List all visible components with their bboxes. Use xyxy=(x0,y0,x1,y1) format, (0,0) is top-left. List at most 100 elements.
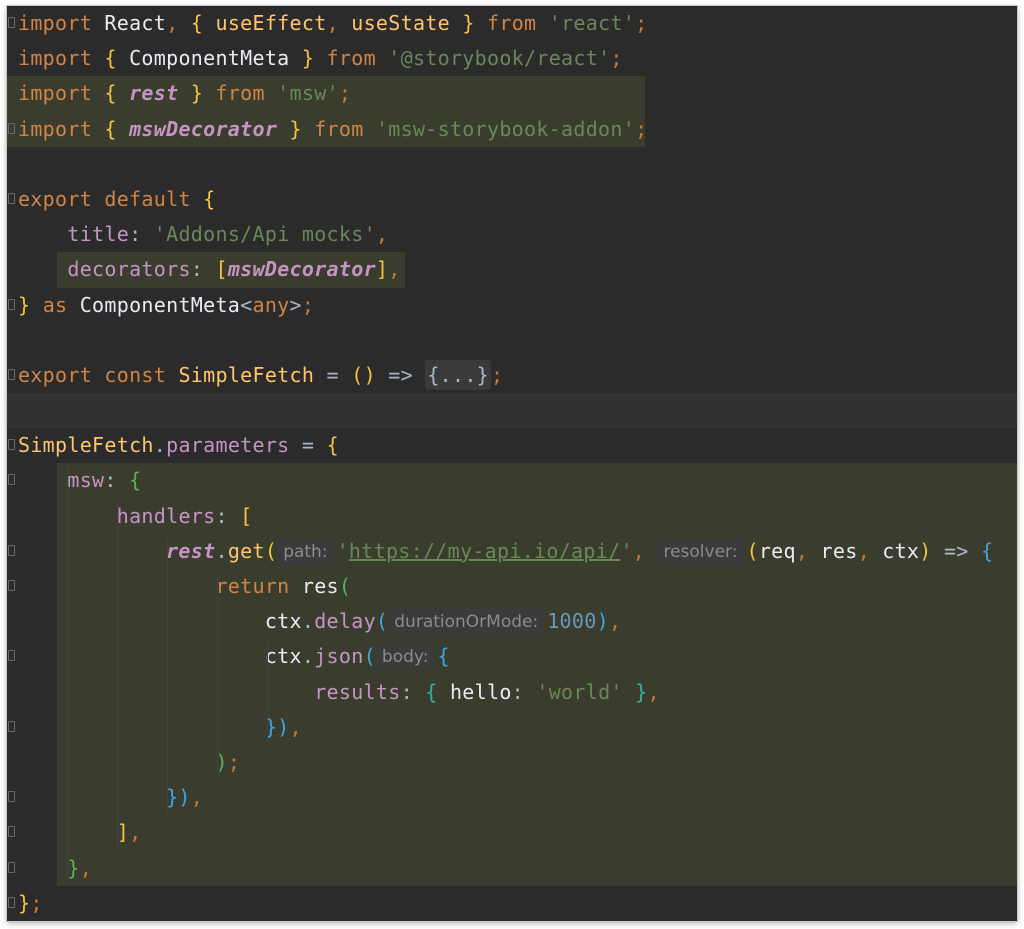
code-line[interactable]: }, xyxy=(7,850,1017,886)
code-token: hello xyxy=(449,679,512,704)
code-line[interactable]: return res( xyxy=(7,569,1017,605)
fold-toggle-icon[interactable] xyxy=(8,650,15,662)
code-token: ( xyxy=(375,609,389,634)
code-line[interactable]: rest.get(path:'https://my-api.io/api/', … xyxy=(7,533,1017,569)
code-token: ( xyxy=(338,574,352,598)
fold-toggle-icon[interactable] xyxy=(8,298,15,310)
code-token: { xyxy=(203,186,216,211)
code-line[interactable] xyxy=(7,147,1017,182)
code-token: ctx xyxy=(264,609,302,634)
code-line[interactable]: SimpleFetch.parameters = { xyxy=(7,428,1017,463)
fold-toggle-icon[interactable] xyxy=(8,17,15,28)
code-line[interactable]: }), xyxy=(7,780,1017,816)
code-token: return xyxy=(215,574,290,598)
code-line[interactable]: import React, { useEffect, useState } fr… xyxy=(7,6,1017,41)
code-token: { xyxy=(129,468,142,493)
code-token: rest xyxy=(166,538,216,563)
code-line[interactable]: import { ComponentMeta } from '@storyboo… xyxy=(7,41,1017,76)
code-token: . xyxy=(301,609,315,634)
code-token: { xyxy=(981,538,994,563)
code-token: const xyxy=(104,362,167,387)
code-area[interactable]: import React, { useEffect, useState } fr… xyxy=(7,6,1017,921)
indent-guide xyxy=(117,502,118,847)
fold-toggle-icon[interactable] xyxy=(8,861,15,873)
code-token: import xyxy=(18,46,93,71)
parameter-hint: durationOrMode: xyxy=(388,609,545,636)
code-editor-window: import React, { useEffect, useState } fr… xyxy=(7,6,1017,921)
code-line[interactable]: handlers: [ xyxy=(7,498,1017,534)
code-token: { xyxy=(190,11,216,35)
code-token: : xyxy=(104,468,130,493)
code-line[interactable] xyxy=(7,393,1017,429)
code-line[interactable]: msw: { xyxy=(7,463,1017,499)
code-token: => xyxy=(931,538,981,563)
fold-toggle-icon[interactable] xyxy=(8,826,15,838)
code-token: [ xyxy=(240,503,253,528)
fold-toggle-icon[interactable] xyxy=(8,439,15,451)
code-token: , xyxy=(129,820,142,845)
fold-toggle-icon[interactable] xyxy=(8,192,15,204)
code-token: => xyxy=(375,362,426,387)
code-token: { xyxy=(437,644,450,669)
code-token: ] xyxy=(116,820,130,845)
code-token: ; xyxy=(610,46,623,71)
code-token: from xyxy=(215,81,265,106)
fold-toggle-icon[interactable] xyxy=(8,896,15,908)
code-line[interactable]: ctx.json(body:{ xyxy=(7,639,1017,675)
fold-toggle-icon[interactable] xyxy=(8,720,15,732)
code-line[interactable]: import { rest } from 'msw'; xyxy=(7,76,1017,112)
code-token: ; xyxy=(635,11,648,35)
code-line[interactable]: title: 'Addons/Api mocks', xyxy=(7,217,1017,252)
code-token: ( xyxy=(363,644,376,669)
code-token: { xyxy=(326,433,339,458)
code-line[interactable] xyxy=(7,323,1017,358)
fold-toggle-icon[interactable] xyxy=(8,580,15,591)
code-token: } xyxy=(277,116,302,141)
code-token: get xyxy=(227,538,265,563)
code-line[interactable]: import { mswDecorator } from 'msw-storyb… xyxy=(7,111,1017,147)
code-line[interactable]: export const SimpleFetch = () => {...}; xyxy=(7,358,1017,393)
code-token: 'Addons/Api mocks' xyxy=(153,222,376,247)
code-line[interactable]: decorators: [mswDecorator], xyxy=(7,252,1017,288)
code-token: decorators xyxy=(67,257,191,282)
code-line[interactable]: results: { hello: 'world' }, xyxy=(7,674,1017,710)
fold-toggle-icon[interactable] xyxy=(8,474,15,486)
collapsed-region[interactable]: {...} xyxy=(425,359,492,390)
fold-toggle-icon[interactable] xyxy=(8,544,15,556)
code-token: } xyxy=(289,46,315,71)
code-token: res xyxy=(820,538,858,563)
fold-toggle-icon[interactable] xyxy=(8,368,15,380)
fold-toggle-icon[interactable] xyxy=(8,122,15,134)
code-token: ; xyxy=(338,81,352,106)
code-token: }) xyxy=(166,785,191,810)
code-token: 'msw-storybook-addon' xyxy=(375,116,636,141)
code-line[interactable]: }), xyxy=(7,709,1017,745)
code-line[interactable]: ); xyxy=(7,744,1017,781)
code-token: SimpleFetch xyxy=(18,433,154,458)
code-line[interactable]: ctx.delay(durationOrMode: 1000), xyxy=(7,604,1017,640)
code-token: () xyxy=(351,362,376,387)
code-token: : xyxy=(129,222,154,247)
code-token: from xyxy=(487,11,537,35)
code-line[interactable]: ], xyxy=(7,815,1017,851)
code-line[interactable]: export default { xyxy=(7,182,1017,217)
code-line[interactable]: } as ComponentMeta<any>; xyxy=(7,288,1017,323)
code-line[interactable]: }; xyxy=(7,886,1017,921)
code-token: , xyxy=(608,609,622,634)
indent-guide xyxy=(167,538,168,812)
code-token: , xyxy=(190,785,204,810)
fold-toggle-icon[interactable] xyxy=(8,791,15,803)
